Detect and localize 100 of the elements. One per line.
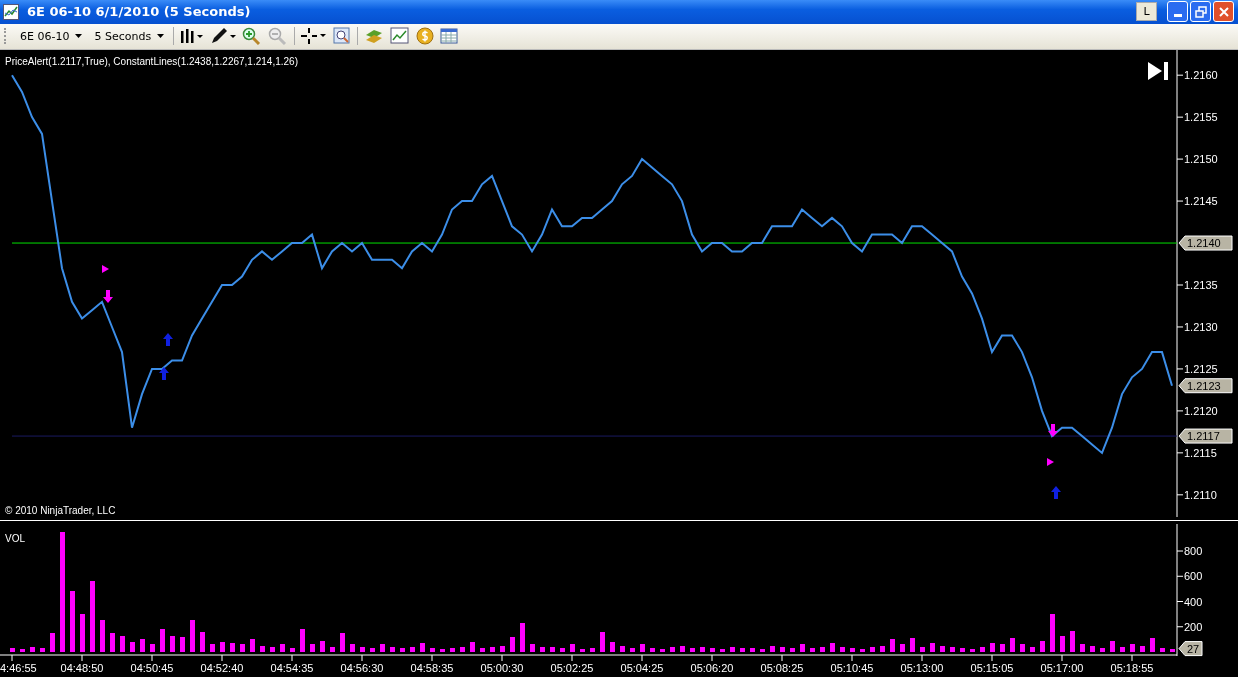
volume-bar [340,633,345,652]
volume-bar [870,647,875,652]
skip-to-end-icon[interactable] [1148,62,1168,80]
volume-bar [980,647,985,652]
volume-bar [920,647,925,652]
ref-line-label: 1.2117 [1187,430,1220,443]
ref-line-label: 1.2140 [1187,237,1221,250]
time-label: 05:15:05 [970,662,1014,674]
volume-bar [70,591,75,652]
volume-bar [780,647,785,652]
volume-bar [1120,647,1125,652]
indicator-label: PriceAlert(1.2117,True), ConstantLines(1.2438,1.2267,1.214,1.26) [5,56,298,67]
axis-label: 1.2145 [1184,195,1218,208]
volume-tag: 27 [1178,641,1203,657]
volume-bar [1140,646,1145,652]
volume-bar [500,646,505,652]
close-icon [1217,5,1230,18]
volume-bar [30,647,35,652]
volume-label: VOL [5,533,25,544]
copyright-text: © 2010 NinjaTrader, LLC [5,505,116,516]
volume-bar [670,647,675,652]
restore-icon [1194,5,1207,18]
volume-bar [110,633,115,652]
restore-button[interactable] [1190,1,1211,23]
minimize-icon [1173,13,1182,17]
volume-bar [800,644,805,652]
volume-bar [1000,644,1005,652]
toolbar-grip[interactable] [4,28,9,45]
volume-bar [490,647,495,652]
volume-bar [860,649,865,652]
volume-bar [1170,649,1175,652]
volume-bar [320,641,325,652]
volume-bar [630,648,635,652]
volume-bar [90,581,95,652]
time-label: 05:10:45 [830,662,874,674]
time-label: 05:00:30 [480,662,524,674]
volume-bar [390,647,395,652]
volume-bar [1110,641,1115,652]
volume-bar [450,648,455,652]
volume-bar [830,643,835,652]
interval-dropdown[interactable]: 5 Seconds [91,29,168,43]
volume-bar [940,646,945,652]
volume-bar [20,649,25,652]
pencil-icon[interactable] [210,27,237,46]
volume-bar [880,646,885,652]
volume-bar [150,644,155,652]
volume-bar [480,648,485,652]
time-label: 05:18:55 [1110,662,1154,674]
layout-button[interactable]: L [1136,2,1157,22]
axis-label: 1.2130 [1184,320,1218,333]
volume-bar [840,647,845,652]
table-icon[interactable] [440,27,459,46]
volume-bar [400,648,405,652]
volume-bar [310,644,315,652]
volume-bar [820,647,825,652]
axis-label: 800 [1184,545,1203,558]
volume-bar [740,648,745,652]
minimize-button[interactable] [1167,1,1188,23]
volume-bar [790,648,795,652]
window-title: 6E 06-10 6/1/2010 (5 Seconds) [27,4,251,20]
volume-bar [590,648,595,652]
chart-icon[interactable] [390,27,411,46]
axis-label: 1.2150 [1184,153,1218,166]
volume-bar [190,620,195,652]
coin-icon[interactable] [416,27,435,46]
volume-bar [970,649,975,652]
volume-bar [530,644,535,652]
volume-bar [610,642,615,652]
time-label: 05:17:00 [1040,662,1084,674]
close-button[interactable] [1213,1,1234,23]
instrument-dropdown[interactable]: 6E 06-10 [17,29,86,43]
magnifier-page-icon[interactable] [333,27,352,46]
volume-bar [360,647,365,652]
volume-bar [420,643,425,652]
volume-bar [570,644,575,652]
volume-bar [730,647,735,652]
volume-bar [620,646,625,652]
volume-bar [250,639,255,652]
volume-bar [600,632,605,652]
volume-bar [720,649,725,652]
time-label: 05:08:25 [760,662,804,674]
zoom-in-icon[interactable] [242,27,263,46]
volume-bar [170,636,175,652]
volume-bar [350,644,355,652]
volume-bar [1130,644,1135,652]
volume-bar [1010,638,1015,652]
volume-bar [160,629,165,652]
volume-bar [690,648,695,652]
triangle-icon [102,265,109,273]
crosshair-icon[interactable] [301,27,328,46]
volume-bar [850,648,855,652]
down-arrow-icon [1048,424,1058,437]
axis-label: 1.2125 [1184,362,1218,375]
bars-icon[interactable] [180,28,205,45]
axis-label: 200 [1184,620,1203,633]
volume-bar [1020,644,1025,652]
volume-bar [440,649,445,652]
volume-bar [1150,638,1155,652]
volume-bar [1050,614,1055,652]
volume-bar [1090,646,1095,652]
